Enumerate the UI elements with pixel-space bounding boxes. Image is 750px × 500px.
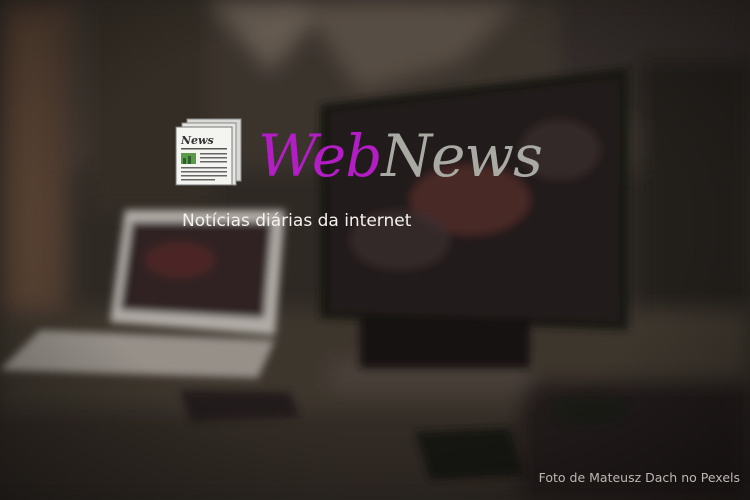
hero-banner: News WebNews Notícias diárias da interne… [0, 0, 750, 500]
background-photo [0, 0, 750, 500]
site-title-news: News [381, 122, 542, 190]
svg-text:News: News [180, 134, 214, 147]
site-title-web: Web [258, 122, 382, 190]
photo-credit: Foto de Mateusz Dach no Pexels [538, 470, 740, 485]
site-tagline: Notícias diárias da internet [182, 211, 412, 231]
newspaper-icon: News [175, 118, 242, 186]
site-title: WebNews [258, 120, 543, 192]
